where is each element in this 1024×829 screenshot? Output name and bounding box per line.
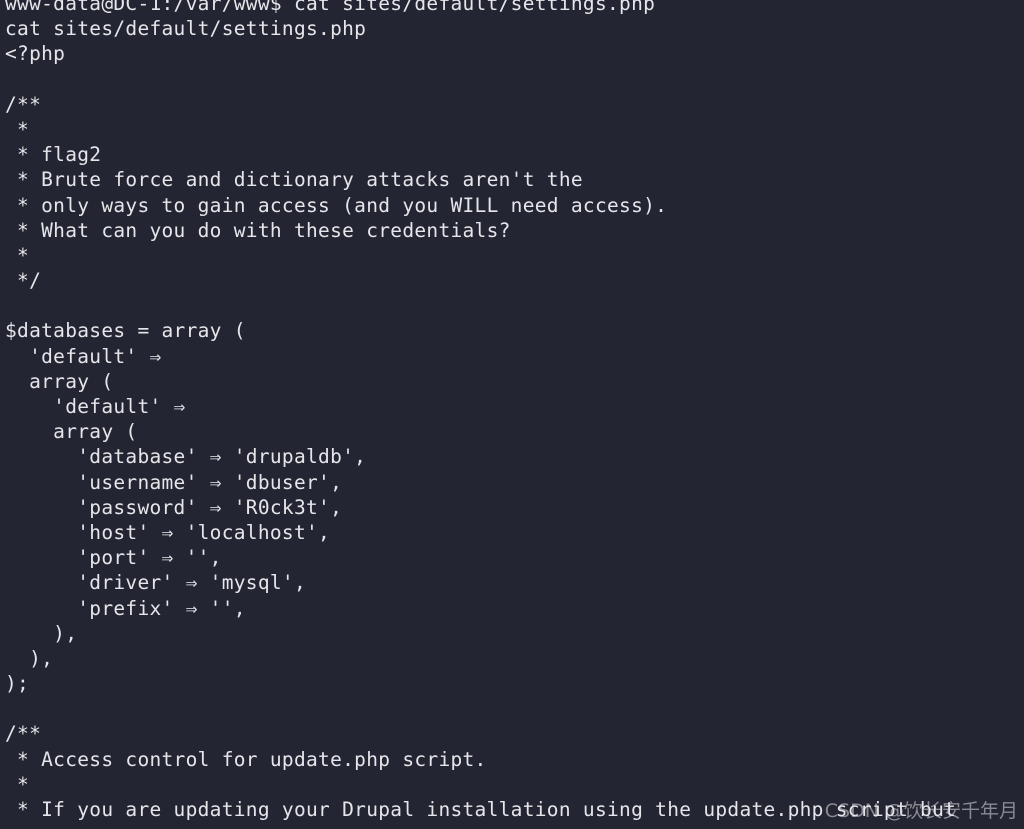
terminal-line: ),: [5, 646, 54, 670]
terminal-line: * Access control for update.php script.: [5, 747, 487, 771]
terminal-line-flag: * flag2: [5, 143, 102, 167]
terminal-line-database: 'database' ⇒ 'drupaldb',: [5, 445, 367, 469]
terminal-line: * Brute force and dictionary attacks are…: [5, 168, 583, 192]
terminal-line: *: [5, 243, 30, 267]
terminal-line: /**: [5, 92, 42, 116]
terminal-line: cat sites/default/settings.php: [5, 17, 367, 41]
terminal-line-prompt: www-data@DC-1:/var/www$ cat sites/defaul…: [5, 0, 656, 15]
terminal-line: * If you are updating your Drupal instal…: [5, 798, 957, 821]
terminal-output: www-data@DC-1:/var/www$ cat sites/defaul…: [5, 0, 956, 822]
terminal-line-username: 'username' ⇒ 'dbuser',: [5, 470, 343, 494]
terminal-line: ),: [5, 621, 78, 645]
terminal-line: array (: [5, 369, 114, 393]
terminal-line: <?php: [5, 42, 66, 66]
terminal-line-prefix: 'prefix' ⇒ '',: [5, 596, 246, 620]
terminal-line: );: [5, 672, 30, 696]
csdn-watermark: CSDN @饮长安千年月: [824, 800, 1018, 822]
terminal-line: 'default' ⇒: [5, 344, 162, 368]
terminal-line: *: [5, 117, 30, 141]
terminal-line-host: 'host' ⇒ 'localhost',: [5, 520, 331, 544]
terminal-line-driver: 'driver' ⇒ 'mysql',: [5, 571, 306, 595]
terminal-line: array (: [5, 420, 138, 444]
terminal-line: *: [5, 772, 30, 796]
terminal-line: */: [5, 269, 42, 293]
terminal-line: * What can you do with these credentials…: [5, 218, 511, 242]
terminal-line: $databases = array (: [5, 319, 246, 343]
terminal-line: /**: [5, 722, 42, 746]
terminal-line-password: 'password' ⇒ 'R0ck3t',: [5, 495, 343, 519]
terminal-window[interactable]: www-data@DC-1:/var/www$ cat sites/defaul…: [0, 0, 1024, 829]
terminal-line: * only ways to gain access (and you WILL…: [5, 193, 668, 217]
terminal-line: 'default' ⇒: [5, 395, 186, 418]
terminal-line-port: 'port' ⇒ '',: [5, 546, 222, 570]
